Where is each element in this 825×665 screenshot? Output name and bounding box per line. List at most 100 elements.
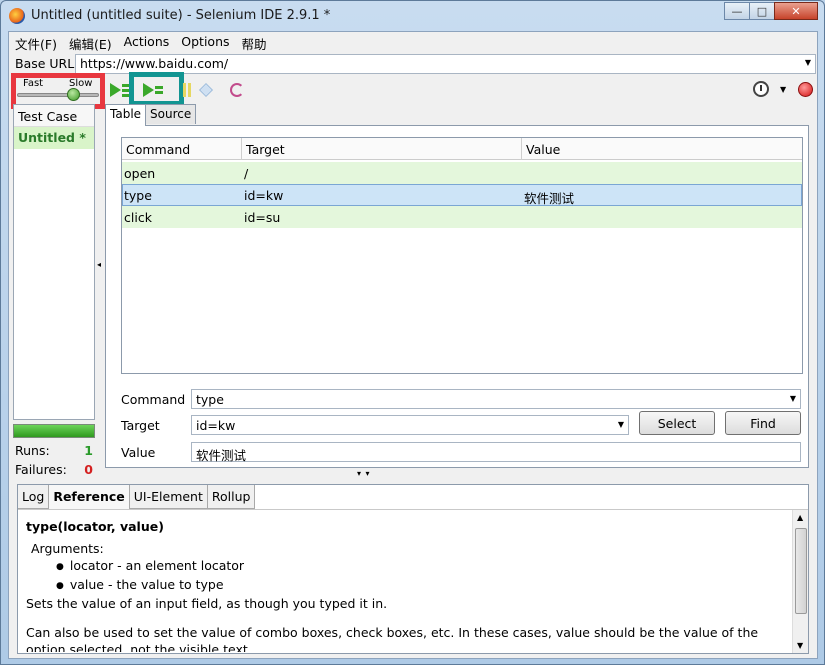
- reference-desc: Sets the value of an input field, as tho…: [26, 596, 388, 611]
- menu-actions[interactable]: Actions: [118, 32, 176, 52]
- command-table: Command Target Value open / type id=kw 软…: [121, 137, 803, 374]
- scroll-down-icon[interactable]: ▼: [797, 641, 803, 650]
- base-url-input[interactable]: https://www.baidu.com/ ▼: [75, 54, 816, 74]
- target-input[interactable]: id=kw ▼: [191, 415, 629, 435]
- target-row: Target id=kw ▼ Select Find: [121, 411, 805, 435]
- value-label: Value: [121, 445, 156, 460]
- vertical-scrollbar[interactable]: ▲ ▼: [792, 510, 808, 653]
- rollup-button[interactable]: [230, 80, 244, 100]
- horizontal-splitter[interactable]: ▾ ▾: [357, 469, 371, 478]
- target-value: id=kw: [196, 418, 236, 433]
- header-value: Value: [526, 142, 561, 157]
- chevron-down-icon[interactable]: ▼: [805, 58, 811, 67]
- play-suite-button[interactable]: [110, 80, 130, 100]
- table-row[interactable]: click id=su: [122, 206, 802, 228]
- menu-file[interactable]: 文件(F): [9, 32, 63, 52]
- chevron-down-icon[interactable]: ▼: [790, 394, 796, 403]
- runs-row: Runs: 1: [15, 443, 95, 458]
- reference-args-label: Arguments:: [31, 541, 104, 556]
- test-case-list: Test Case Untitled *: [13, 104, 95, 420]
- reference-arg: locator - an element locator: [56, 557, 786, 576]
- record-button[interactable]: [798, 82, 813, 97]
- tab-reference[interactable]: Reference: [49, 485, 130, 509]
- tab-log[interactable]: Log: [18, 485, 50, 509]
- editor-tabs: Table Source: [105, 104, 197, 126]
- clock-icon[interactable]: [753, 81, 769, 97]
- menu-options[interactable]: Options: [175, 32, 235, 52]
- pause-button[interactable]: [183, 80, 191, 100]
- base-url-label: Base URL: [15, 56, 75, 71]
- table-header: Command Target Value: [122, 138, 802, 160]
- runs-label: Runs:: [15, 443, 50, 458]
- table-tab-body: Command Target Value open / type id=kw 软…: [105, 125, 809, 468]
- menu-help[interactable]: 帮助: [236, 32, 273, 52]
- vertical-splitter[interactable]: ◂: [97, 104, 103, 468]
- command-row: Command type ▼: [121, 389, 805, 409]
- play-icon: [110, 83, 121, 97]
- command-label: Command: [121, 392, 186, 407]
- column-divider[interactable]: [521, 138, 522, 160]
- value-input[interactable]: 软件测试: [191, 442, 801, 463]
- cell-target: /: [244, 166, 249, 181]
- speed-slider[interactable]: Fast Slow: [11, 73, 105, 109]
- editor-panel: Table Source Command Target Value open /: [105, 104, 809, 468]
- tab-source[interactable]: Source: [145, 104, 197, 124]
- test-case-item[interactable]: Untitled *: [14, 127, 94, 149]
- client-area: 文件(F) 编辑(E) Actions Options 帮助 Base URL …: [8, 31, 818, 659]
- column-divider[interactable]: [241, 138, 242, 160]
- test-case-panel: Test Case Untitled * Runs: 1 Failures: 0: [13, 104, 95, 477]
- target-label: Target: [121, 418, 160, 433]
- chevron-down-icon[interactable]: ▼: [618, 420, 624, 429]
- tab-ui-element[interactable]: UI-Element: [129, 485, 208, 509]
- value-text: 软件测试: [196, 448, 247, 463]
- scroll-up-icon[interactable]: ▲: [797, 513, 803, 522]
- value-row: Value 软件测试: [121, 442, 805, 463]
- failures-row: Failures: 0: [15, 462, 95, 477]
- teal-highlight-box: [129, 72, 184, 106]
- firefox-icon: [9, 8, 25, 24]
- chevron-down-icon[interactable]: ▼: [780, 85, 786, 94]
- progress-bar: [13, 424, 95, 438]
- cell-command: open: [124, 166, 156, 181]
- tab-table[interactable]: Table: [105, 104, 147, 126]
- cell-command: type: [124, 188, 152, 203]
- step-button[interactable]: [199, 80, 213, 100]
- close-button[interactable]: ✕: [774, 2, 818, 20]
- bottom-panel: Log Reference UI-Element Rollup type(loc…: [17, 484, 809, 654]
- menu-edit[interactable]: 编辑(E): [63, 32, 118, 52]
- bottom-tabs: Log Reference UI-Element Rollup: [18, 485, 256, 510]
- header-command: Command: [126, 142, 191, 157]
- toolbar: Fast Slow ▼: [9, 72, 817, 109]
- menu-bar: 文件(F) 编辑(E) Actions Options 帮助: [9, 32, 817, 52]
- rollup-icon: [230, 83, 244, 97]
- cell-target: id=su: [244, 210, 281, 225]
- table-row-selected[interactable]: type id=kw 软件测试: [122, 184, 802, 206]
- tab-rollup[interactable]: Rollup: [207, 485, 256, 509]
- scroll-thumb[interactable]: [795, 528, 807, 614]
- tab-divider: [18, 509, 808, 510]
- failures-count: 0: [84, 462, 93, 477]
- command-input[interactable]: type ▼: [191, 389, 801, 409]
- reference-content: type(locator, value) Arguments: locator …: [26, 518, 786, 652]
- maximize-button[interactable]: □: [749, 2, 775, 20]
- chevron-left-icon[interactable]: ◂: [97, 260, 101, 269]
- command-value: type: [196, 392, 224, 407]
- reference-arg: value - the value to type: [56, 576, 786, 595]
- app-window: Untitled (untitled suite) - Selenium IDE…: [0, 0, 825, 665]
- minimize-button[interactable]: —: [724, 2, 750, 20]
- pause-icon: [183, 83, 191, 97]
- runs-count: 1: [84, 443, 93, 458]
- table-row[interactable]: open /: [122, 162, 802, 184]
- title-bar: Untitled (untitled suite) - Selenium IDE…: [1, 1, 824, 31]
- find-button[interactable]: Find: [725, 411, 801, 435]
- reference-title: type(locator, value): [26, 519, 164, 534]
- test-case-header: Test Case: [14, 105, 94, 127]
- window-title: Untitled (untitled suite) - Selenium IDE…: [31, 8, 331, 23]
- step-icon: [199, 83, 213, 97]
- header-target: Target: [246, 142, 285, 157]
- reference-desc: Can also be used to set the value of com…: [26, 625, 759, 652]
- cell-command: click: [124, 210, 152, 225]
- base-url-value: https://www.baidu.com/: [80, 56, 229, 71]
- cell-value: 软件测试: [524, 191, 575, 206]
- select-button[interactable]: Select: [639, 411, 715, 435]
